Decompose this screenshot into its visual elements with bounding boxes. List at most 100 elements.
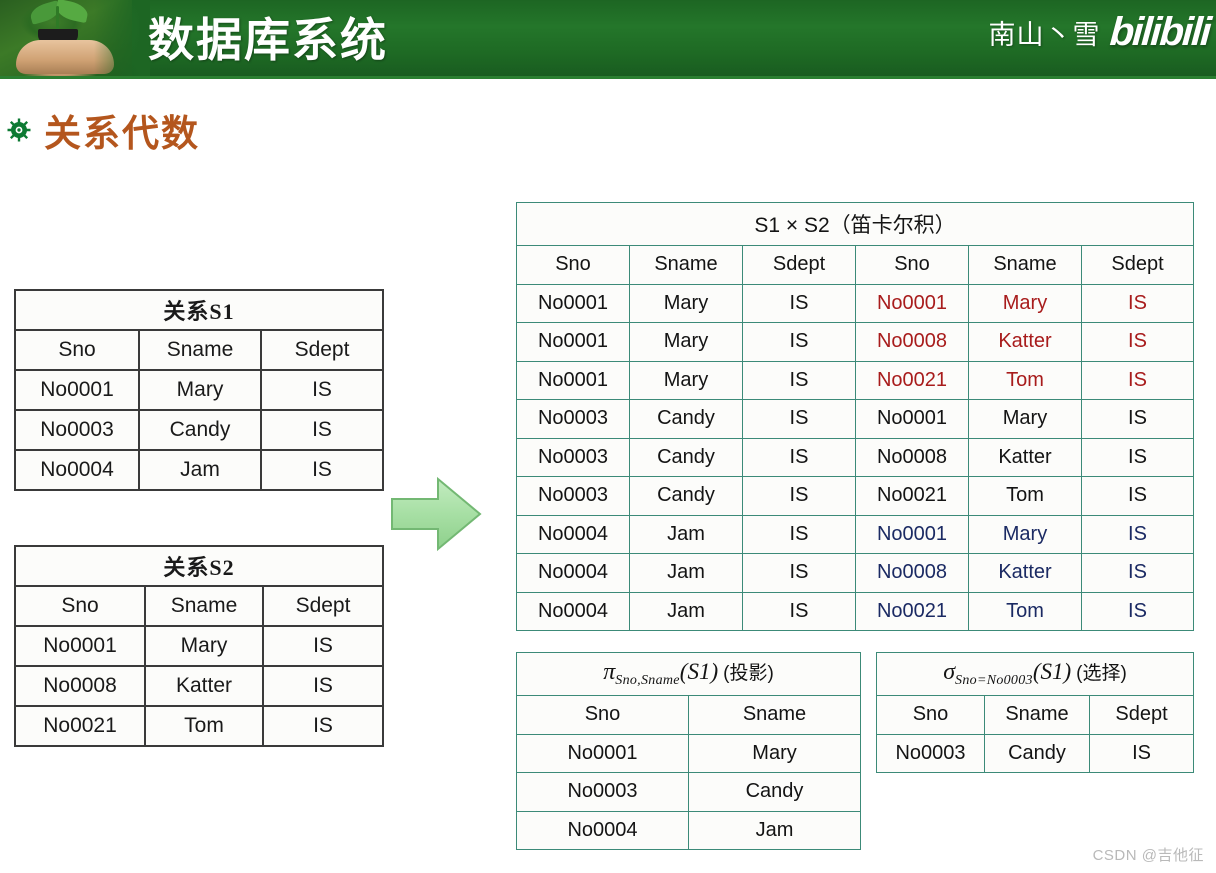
table-cell: IS [742, 476, 856, 516]
table-cell: IS [742, 322, 856, 362]
page-banner: 数据库系统 南山丶雪 bilibili [0, 0, 1216, 76]
table-header-row: Sno Sname Sdept [876, 695, 1195, 735]
table-cell: No0003 [14, 409, 140, 451]
table-cell: No0008 [855, 553, 969, 593]
sigma-operator-icon: σ [943, 659, 956, 686]
table-cell: IS [1088, 733, 1195, 773]
table-cell: No0021 [14, 705, 146, 747]
hand-icon [16, 40, 114, 74]
table-cell: No0001 [14, 625, 146, 667]
table-cell: Candy [984, 733, 1090, 773]
table-row: No0008 Katter IS [14, 665, 385, 707]
bilibili-logo: bilibili [1108, 10, 1212, 54]
table-cell: IS [1081, 283, 1194, 323]
table-cell: Candy [138, 409, 262, 451]
table-header-row: Sno Sname Sdept [14, 329, 385, 371]
table-row: No0003 Candy IS [876, 733, 1195, 773]
table-cell: Jam [629, 553, 743, 593]
table-row: No0003 Candy IS [14, 409, 385, 451]
table-cell: IS [742, 591, 856, 631]
table-cell: No0021 [855, 591, 969, 631]
table-caption-row: 关系S2 [13, 545, 385, 587]
table-cell: No0003 [516, 476, 630, 516]
table-cell: No0001 [855, 399, 969, 439]
table-cell: Mary [144, 625, 264, 667]
table-cell: Mary [138, 369, 262, 411]
table-cell: No0003 [876, 733, 985, 773]
page-title: 数据库系统 [148, 15, 388, 66]
table-row: No0004 Jam [516, 810, 862, 850]
table-cell: Katter [968, 437, 1082, 477]
table-cell: Tom [968, 591, 1082, 631]
seedling-photo [0, 0, 150, 76]
column-header: Sno [876, 695, 985, 735]
column-header: Sname [138, 329, 262, 371]
table-cell: IS [259, 409, 385, 451]
table-caption: S1 × S2（笛卡尔积） [516, 202, 1194, 246]
section-heading: 关系代数 [6, 103, 200, 157]
table-cell: No0004 [516, 810, 689, 850]
table-cell: No0001 [855, 514, 969, 554]
column-header: Sdept [1088, 695, 1195, 735]
table-cell: IS [742, 360, 856, 400]
table-cell: IS [742, 283, 856, 323]
table-cell: Mary [629, 360, 743, 400]
column-header: Sname [144, 585, 264, 627]
projection-note: (投影) [723, 663, 774, 685]
table-cell: Mary [629, 283, 743, 323]
table-row: No0003 Candy IS No0021 Tom IS [516, 476, 1194, 516]
table-cell: No0008 [855, 322, 969, 362]
table-cell: No0008 [14, 665, 146, 707]
table-caption-row: πSno,Sname(S1) (投影) [515, 652, 862, 696]
table-cell: No0004 [516, 591, 630, 631]
table-cell: Tom [968, 476, 1082, 516]
table-cell: No0004 [516, 553, 630, 593]
banner-right-group: 南山丶雪 bilibili [988, 10, 1212, 55]
table-cell: Tom [968, 360, 1082, 400]
table-row: No0003 Candy IS No0008 Katter IS [516, 437, 1194, 477]
table-cell: No0001 [14, 369, 140, 411]
selection-relation: (S1) [1032, 659, 1072, 685]
table-cell: No0003 [516, 399, 630, 439]
column-header: Sno [14, 329, 140, 371]
table-cell: Jam [629, 514, 743, 554]
table-cell: Katter [144, 665, 264, 707]
flower-bullet-icon [6, 117, 32, 143]
table-row: No0003 Candy IS No0001 Mary IS [516, 399, 1194, 439]
table-cell: IS [261, 705, 385, 747]
table-cell: No0001 [516, 733, 689, 773]
table-row: No0001 Mary [516, 733, 862, 773]
column-header: Sdept [742, 245, 856, 285]
table-cell: Mary [968, 399, 1082, 439]
table-caption-row: σSno=No0003(S1) (选择) [875, 652, 1195, 696]
table-caption-row: 关系S1 [13, 289, 385, 331]
table-cell: IS [1081, 553, 1194, 593]
table-cell: No0004 [14, 449, 140, 491]
table-caption: 关系S2 [13, 545, 385, 587]
table-cell: No0021 [855, 360, 969, 400]
table-row: No0003 Candy [516, 772, 862, 812]
table-cell: IS [259, 369, 385, 411]
table-cell: Jam [138, 449, 262, 491]
table-cell: Candy [629, 476, 743, 516]
table-cell: No0008 [855, 437, 969, 477]
table-row: No0001 Mary IS No0021 Tom IS [516, 360, 1194, 400]
table-row: No0001 Mary IS [14, 625, 385, 667]
table-cell: IS [1081, 476, 1194, 516]
selection-note: (选择) [1076, 663, 1127, 685]
table-caption: σSno=No0003(S1) (选择) [875, 652, 1195, 696]
column-header: Sno [516, 695, 689, 735]
column-header: Sname [629, 245, 743, 285]
table-cell: No0001 [516, 283, 630, 323]
table-cell: IS [1081, 591, 1194, 631]
table-cell: Candy [687, 772, 862, 812]
table-row: No0001 Mary IS No0008 Katter IS [516, 322, 1194, 362]
table-caption: 关系S1 [13, 289, 385, 331]
table-relation-s2: 关系S2 Sno Sname Sdept No0001 Mary IS No00… [13, 545, 385, 747]
column-header: Sname [968, 245, 1082, 285]
table-cell: Jam [687, 810, 862, 850]
table-cartesian-product: S1 × S2（笛卡尔积） Sno Sname Sdept Sno Sname … [516, 202, 1194, 631]
table-cell: IS [742, 399, 856, 439]
table-cell: IS [1081, 437, 1194, 477]
table-header-row: Sno Sname [516, 695, 862, 735]
